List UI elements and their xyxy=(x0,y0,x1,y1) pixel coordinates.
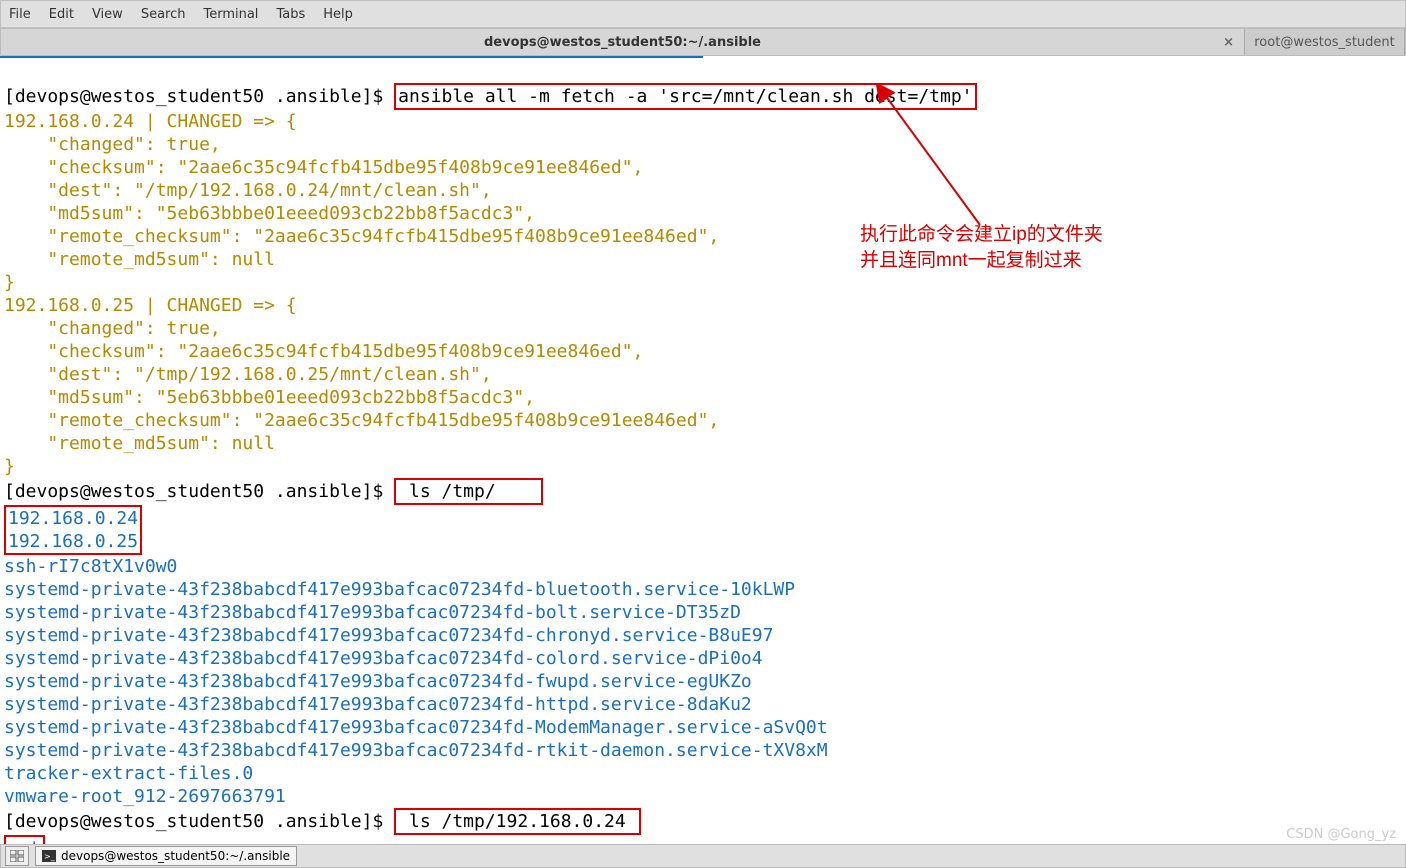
close-icon[interactable]: × xyxy=(1223,35,1234,50)
menu-tabs[interactable]: Tabs xyxy=(276,7,305,22)
menu-search[interactable]: Search xyxy=(141,7,186,22)
menu-help[interactable]: Help xyxy=(323,7,353,22)
tab-inactive-label: root@westos_student xyxy=(1254,35,1395,50)
tab-inactive[interactable]: root@westos_student xyxy=(1245,29,1405,55)
highlight-cmd3: ls /tmp/192.168.0.24 xyxy=(394,808,640,835)
ansible-output-1: 192.168.0.24 | CHANGED => { "changed": t… xyxy=(4,111,719,477)
menu-edit[interactable]: Edit xyxy=(49,7,74,22)
annotation-text: 执行此命令会建立ip的文件夹 并且连同mnt一起复制过来 xyxy=(860,222,1103,274)
ls-output: ssh-rI7c8tX1v0w0 systemd-private-43f238b… xyxy=(4,556,828,807)
workspace-switcher-icon[interactable] xyxy=(5,846,29,866)
menubar: File Edit View Search Terminal Tabs Help xyxy=(0,0,1406,28)
terminal-icon: >_ xyxy=(42,850,56,862)
tabbar: devops@westos_student50:~/.ansible × roo… xyxy=(0,28,1406,56)
prompt: [devops@westos_student50 .ansible]$ xyxy=(4,86,394,107)
highlight-ip-list: 192.168.0.24 192.168.0.25 xyxy=(4,505,142,555)
terminal-output[interactable]: [devops@westos_student50 .ansible]$ ansi… xyxy=(0,58,1406,864)
menu-file[interactable]: File xyxy=(9,7,31,22)
menu-view[interactable]: View xyxy=(92,7,123,22)
taskbar-window[interactable]: >_ devops@westos_student50:~/.ansible xyxy=(35,846,297,866)
menu-terminal[interactable]: Terminal xyxy=(203,7,258,22)
watermark: CSDN @Gong_yz xyxy=(1286,827,1396,842)
highlight-cmd2: ls /tmp/ xyxy=(394,478,543,505)
taskbar-window-title: devops@westos_student50:~/.ansible xyxy=(61,849,290,863)
highlight-cmd1: ansible all -m fetch -a 'src=/mnt/clean.… xyxy=(394,83,976,110)
svg-text:>_: >_ xyxy=(44,852,56,861)
prompt: [devops@westos_student50 .ansible]$ xyxy=(4,481,394,502)
tab-active-label: devops@westos_student50:~/.ansible xyxy=(484,35,761,50)
prompt: [devops@westos_student50 .ansible]$ xyxy=(4,811,394,832)
tab-active[interactable]: devops@westos_student50:~/.ansible × xyxy=(1,29,1245,55)
taskbar: >_ devops@westos_student50:~/.ansible xyxy=(0,844,1406,868)
